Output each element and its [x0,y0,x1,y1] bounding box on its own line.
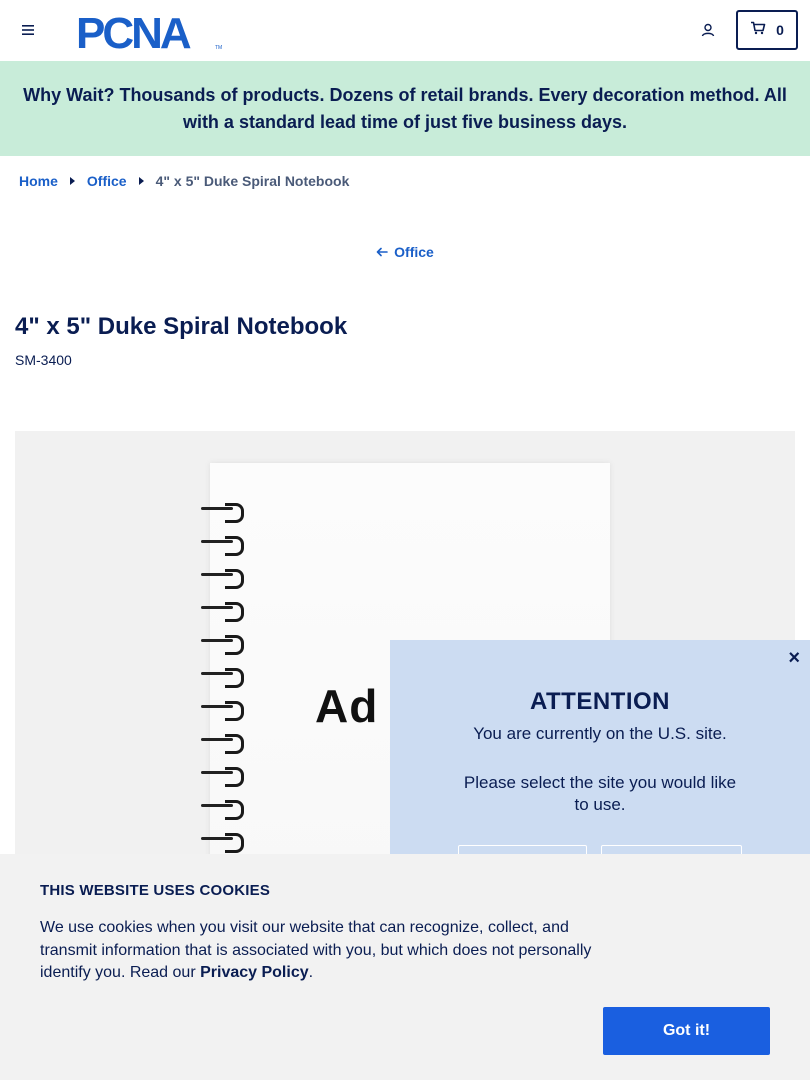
chevron-right-icon [69,177,75,185]
cookie-text-body: We use cookies when you visit our websit… [40,919,592,981]
cart-icon [750,21,766,40]
cookie-banner: THIS WEBSITE USES COOKIES We use cookies… [0,854,810,1080]
back-link-label: Office [394,244,434,260]
logo-text: PCNA [76,11,191,51]
product-title: 4" x 5" Duke Spiral Notebook [15,313,348,340]
cart-count: 0 [776,22,784,38]
site-header: PCNA TM 0 [0,0,810,61]
popup-current-site-text: You are currently on the U.S. site. [473,724,727,743]
close-icon[interactable]: × [788,648,800,668]
promo-banner: Why Wait? Thousands of products. Dozens … [0,61,810,156]
notebook-imprint: Ad [315,680,379,732]
breadcrumb-office[interactable]: Office [87,173,127,189]
product-sku: SM-3400 [15,352,72,368]
cookie-banner-title: THIS WEBSITE USES COOKIES [40,882,271,899]
svg-text:TM: TM [215,45,222,51]
breadcrumb: Home Office 4" x 5" Duke Spiral Notebook [19,173,349,189]
cookie-banner-text: We use cookies when you visit our websit… [40,917,610,985]
cart-button[interactable]: 0 [736,10,798,50]
pcna-logo[interactable]: PCNA TM [76,9,224,58]
cookie-text-end: . [308,964,314,981]
breadcrumb-home[interactable]: Home [19,173,58,189]
breadcrumb-current: 4" x 5" Duke Spiral Notebook [155,173,350,189]
back-to-category-link[interactable]: Office [0,244,810,260]
chevron-right-icon [138,177,144,185]
user-account-icon[interactable] [698,20,718,40]
region-select-popup: × ATTENTION You are currently on the U.S… [390,640,810,885]
accept-cookies-button[interactable]: Got it! [603,1007,770,1055]
hamburger-menu-icon[interactable] [18,20,38,40]
privacy-policy-link[interactable]: Privacy Policy [200,964,309,981]
arrow-left-icon [376,244,388,260]
popup-instruction-text: Please select the site you would like to… [463,773,737,814]
popup-title: ATTENTION [529,688,671,715]
promo-banner-text: Why Wait? Thousands of products. Dozens … [23,84,787,132]
